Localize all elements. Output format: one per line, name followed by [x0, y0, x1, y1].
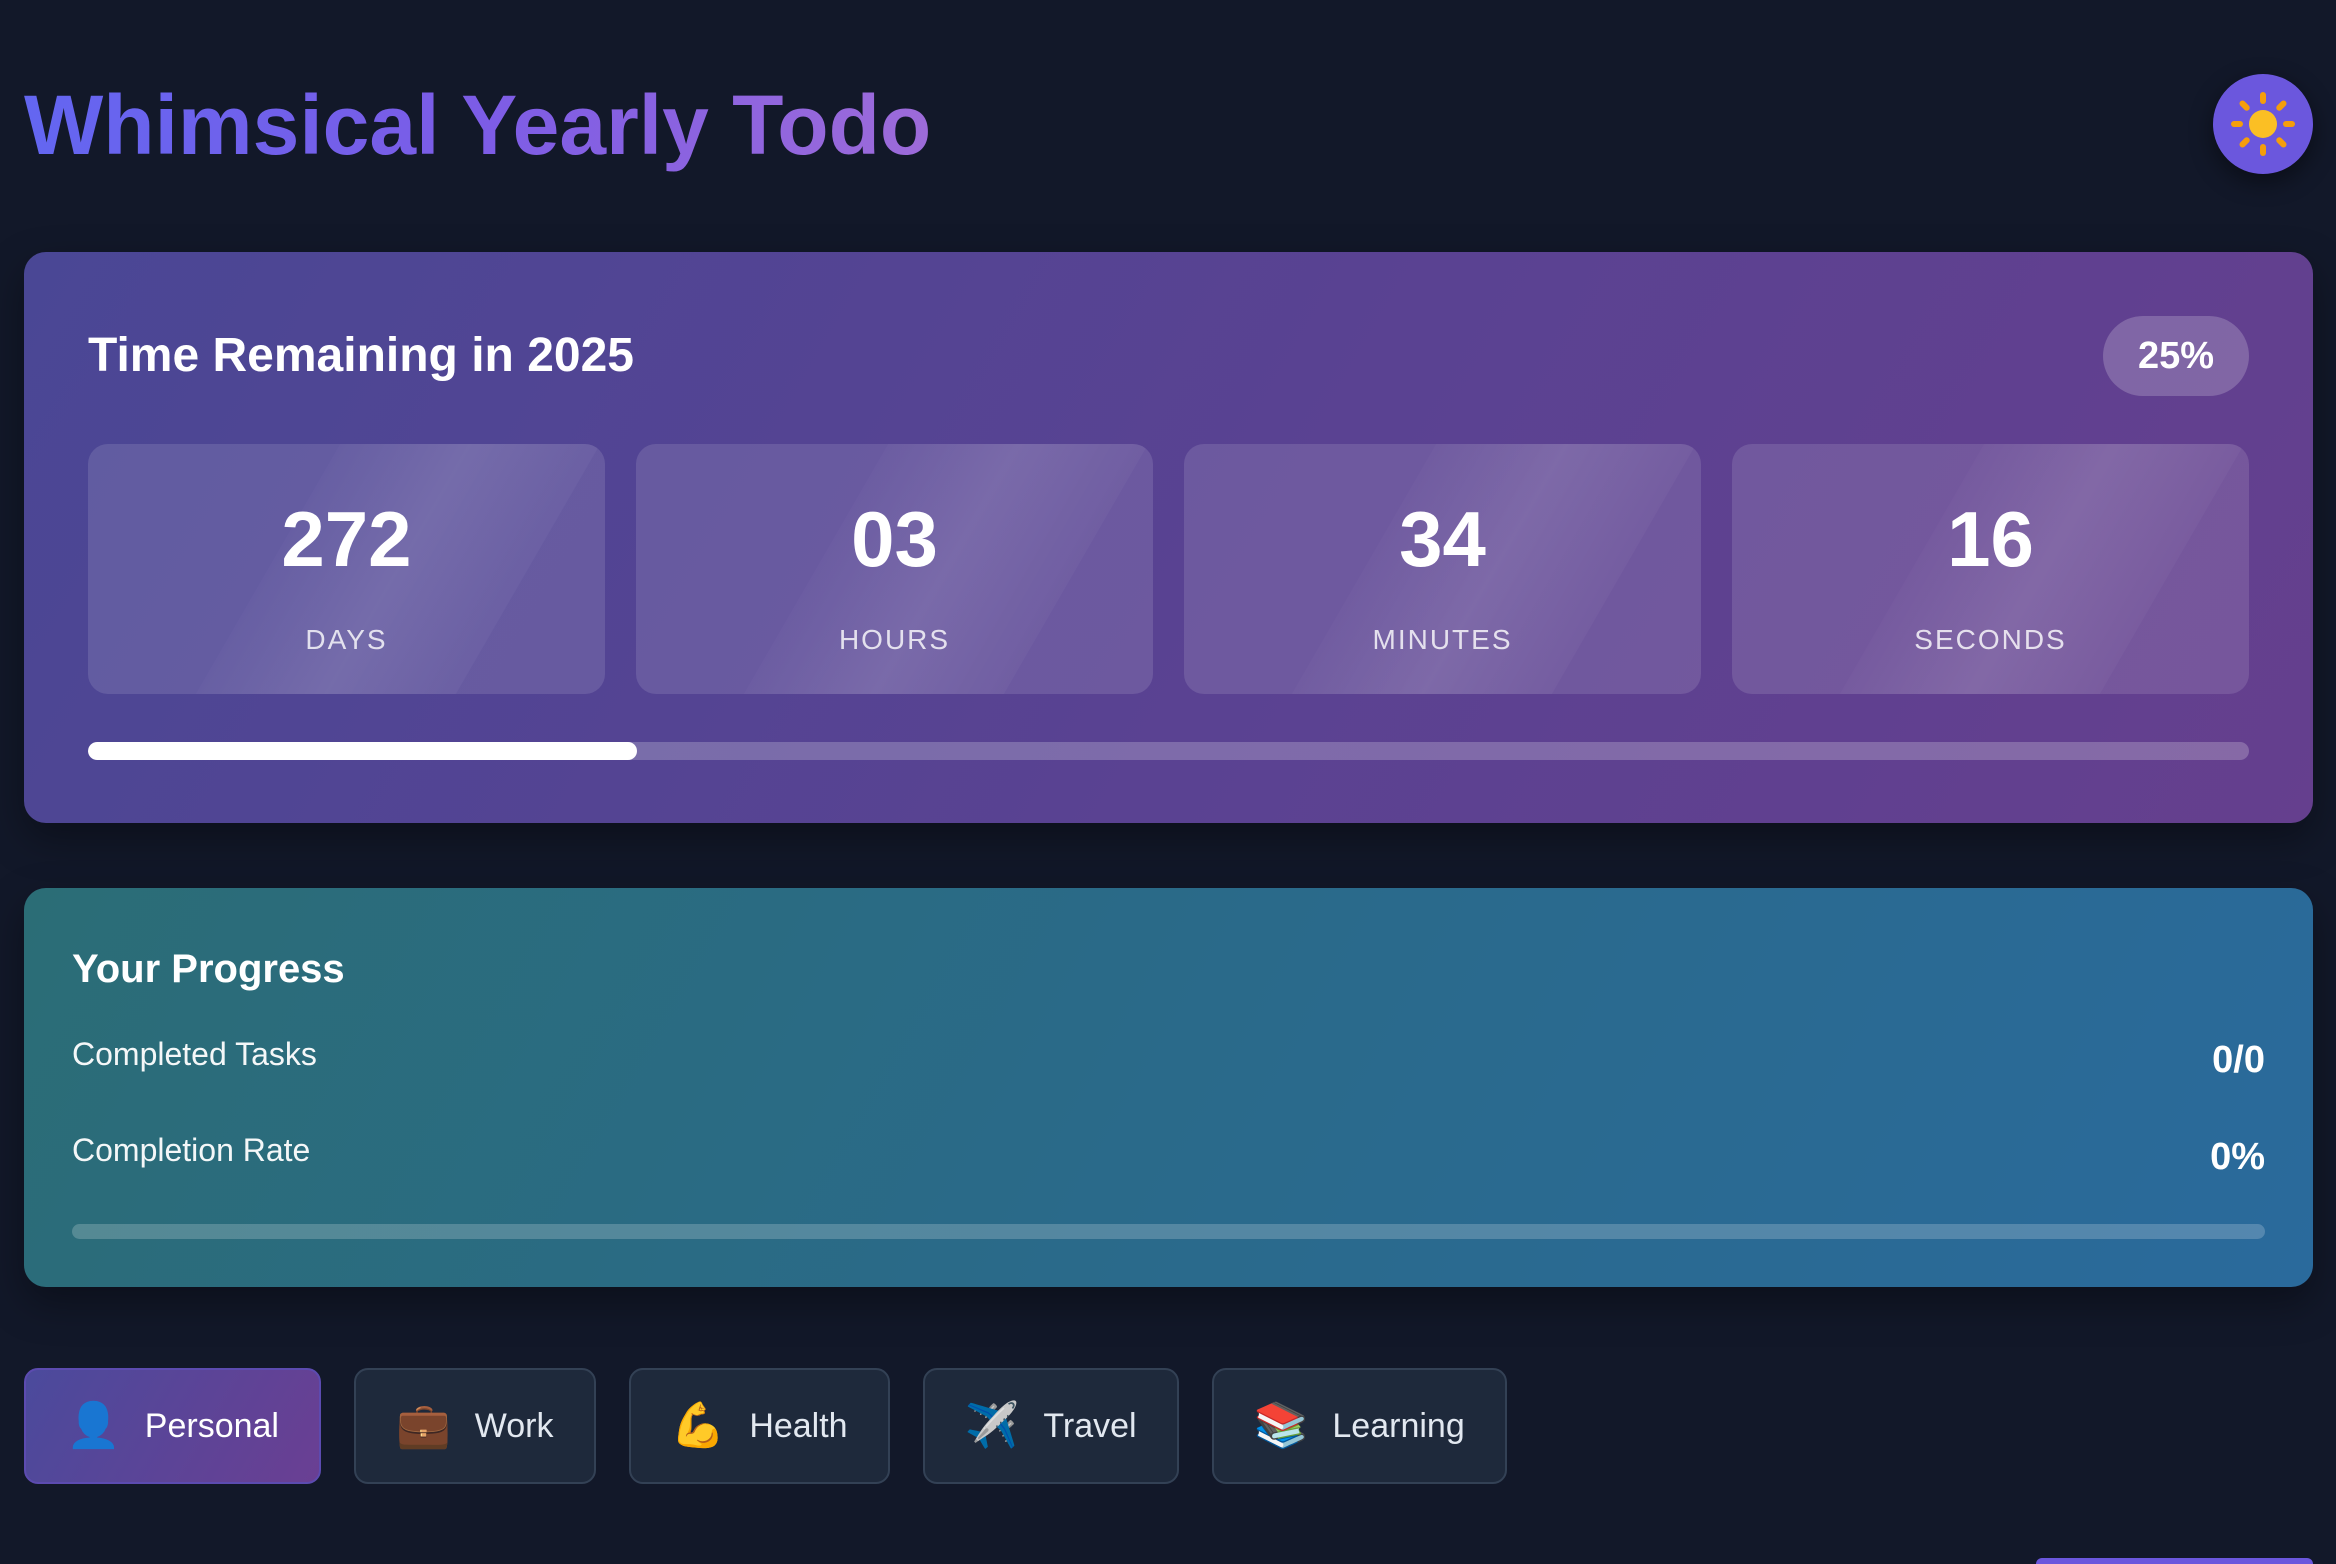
- minutes-label: MINUTES: [1372, 624, 1513, 655]
- task-progress-bar: [72, 1224, 2265, 1239]
- seconds-value: 16: [1947, 495, 2034, 583]
- seconds-box: 16 SECONDS: [1732, 444, 2249, 694]
- category-label-travel: Travel: [1043, 1406, 1137, 1445]
- category-tab-personal[interactable]: 👤 Personal: [24, 1368, 321, 1484]
- year-progress-bar: [88, 742, 2249, 760]
- books-icon: 📚: [1253, 1400, 1309, 1451]
- minutes-value: 34: [1399, 495, 1486, 583]
- bottom-accent-bar: [2036, 1558, 2313, 1564]
- category-tabs: 👤 Personal 💼 Work 💪 Health ✈️ Travel 📚 L…: [24, 1368, 1507, 1484]
- completed-tasks-value: 0/0: [2212, 1039, 2265, 1081]
- countdown-heading: Time Remaining in 2025: [88, 329, 634, 382]
- app-page: Whimsical Yearly Todo Time Remaining in …: [0, 0, 2336, 1564]
- category-tab-travel[interactable]: ✈️ Travel: [922, 1368, 1179, 1484]
- category-label-work: Work: [474, 1406, 554, 1445]
- hours-value: 03: [851, 495, 938, 583]
- category-label-personal: Personal: [144, 1406, 279, 1445]
- category-label-health: Health: [749, 1406, 848, 1445]
- countdown-units: 272 DAYS 03 HOURS 34 MINUTES 16 SECONDS: [88, 444, 2249, 694]
- days-value: 272: [281, 495, 412, 583]
- days-box: 272 DAYS: [88, 444, 605, 694]
- airplane-icon: ✈️: [964, 1400, 1020, 1451]
- category-tab-work[interactable]: 💼 Work: [354, 1368, 596, 1484]
- completion-rate-label: Completion Rate: [72, 1132, 311, 1168]
- minutes-box: 34 MINUTES: [1184, 444, 1701, 694]
- category-label-learning: Learning: [1332, 1406, 1465, 1445]
- hours-label: HOURS: [838, 624, 951, 655]
- completed-tasks-label: Completed Tasks: [72, 1036, 317, 1072]
- year-progress-fill: [88, 742, 637, 760]
- progress-heading: Your Progress: [72, 947, 345, 991]
- days-label: DAYS: [305, 624, 388, 655]
- person-icon: 👤: [66, 1400, 121, 1451]
- hours-box: 03 HOURS: [636, 444, 1153, 694]
- category-tab-health[interactable]: 💪 Health: [628, 1368, 890, 1484]
- sun-icon: [2231, 92, 2295, 156]
- progress-card: Your Progress Completed Tasks 0/0 Comple…: [24, 888, 2313, 1287]
- app-title: Whimsical Yearly Todo: [24, 70, 931, 180]
- year-percent-badge: 25%: [2103, 316, 2249, 396]
- countdown-card: Time Remaining in 2025 25% 272 DAYS 03 H…: [24, 252, 2313, 823]
- theme-toggle-button[interactable]: [2213, 74, 2313, 174]
- seconds-label: SECONDS: [1914, 624, 2067, 655]
- category-tab-learning[interactable]: 📚 Learning: [1211, 1368, 1507, 1484]
- flexed-biceps-icon: 💪: [670, 1400, 726, 1451]
- briefcase-icon: 💼: [396, 1400, 451, 1451]
- completion-rate-value: 0%: [2210, 1136, 2265, 1178]
